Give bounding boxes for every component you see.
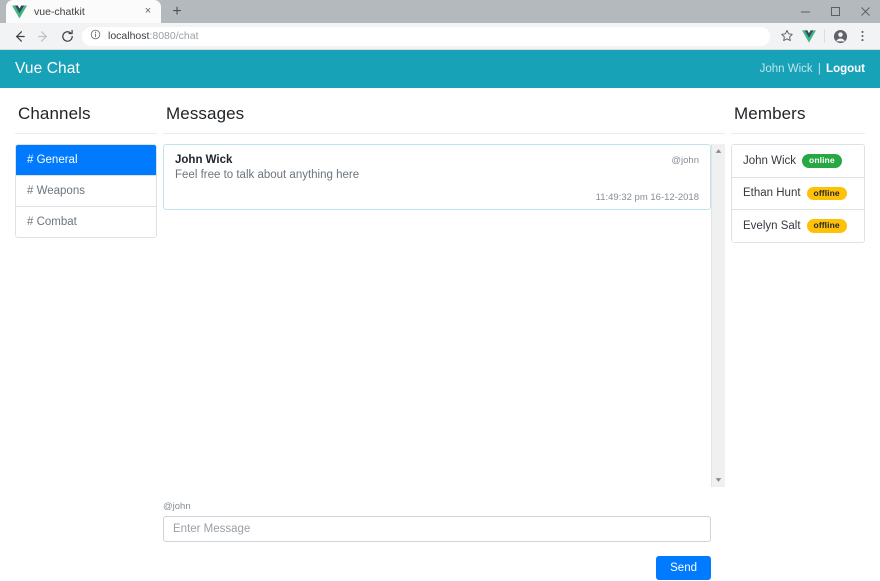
sidebar-item-general[interactable]: # General — [16, 145, 156, 176]
address-path: :8080/chat — [149, 30, 198, 42]
list-item[interactable]: Ethan Hunt offline — [732, 178, 864, 211]
messages-panel: Messages John Wick @john Feel free to ta… — [160, 88, 728, 580]
message-handle: @john — [671, 155, 699, 166]
status-badge: offline — [807, 219, 847, 233]
members-divider — [731, 133, 865, 134]
message-header: John Wick @john — [175, 154, 699, 166]
message-input[interactable] — [163, 516, 711, 542]
logout-link[interactable]: Logout — [826, 63, 865, 75]
members-panel: Members John Wick online Ethan Hunt offl… — [728, 88, 868, 580]
navbar-separator: | — [818, 63, 821, 75]
composer-actions: Send — [163, 556, 711, 580]
browser-window: vue-chatkit × + — [0, 0, 880, 581]
window-controls — [790, 0, 880, 23]
status-badge: online — [802, 154, 842, 168]
message-composer: @john Send — [163, 501, 725, 580]
address-bar[interactable]: localhost:8080/chat — [82, 27, 770, 46]
overflow-menu-icon[interactable] — [851, 25, 873, 47]
back-icon[interactable] — [7, 24, 31, 48]
close-window-icon[interactable] — [850, 0, 880, 23]
scroll-down-icon[interactable] — [712, 473, 726, 487]
app-brand[interactable]: Vue Chat — [15, 60, 80, 78]
browser-titlebar: vue-chatkit × + — [0, 0, 880, 23]
reload-icon[interactable] — [55, 24, 79, 48]
app-navbar: Vue Chat John Wick | Logout — [0, 50, 880, 88]
minimize-icon[interactable] — [790, 0, 820, 23]
navbar-right: John Wick | Logout — [760, 63, 865, 75]
member-name: John Wick — [743, 155, 796, 167]
vue-logo-icon — [12, 5, 27, 19]
send-button[interactable]: Send — [656, 556, 711, 580]
channels-panel: Channels # General # Weapons # Combat — [12, 88, 160, 580]
browser-tab[interactable]: vue-chatkit × — [6, 0, 161, 23]
toolbar-divider — [824, 29, 825, 43]
vue-devtools-icon[interactable] — [798, 25, 820, 47]
list-item[interactable]: John Wick online — [732, 145, 864, 178]
address-host: localhost — [108, 30, 149, 42]
messages-list: John Wick @john Feel free to talk about … — [163, 144, 711, 487]
channels-list: # General # Weapons # Combat — [15, 144, 157, 238]
status-badge: offline — [807, 187, 847, 201]
new-tab-button[interactable]: + — [164, 1, 190, 23]
info-circle-icon[interactable] — [90, 27, 101, 45]
channels-heading: Channels — [18, 104, 157, 124]
messages-scrollbar[interactable] — [711, 144, 725, 487]
tab-title: vue-chatkit — [34, 6, 141, 18]
page-viewport: Vue Chat John Wick | Logout Channels # G… — [0, 50, 880, 580]
members-list: John Wick online Ethan Hunt offline Evel… — [731, 144, 865, 243]
channels-divider — [15, 133, 157, 134]
maximize-icon[interactable] — [820, 0, 850, 23]
message-timestamp: 11:49:32 pm 16-12-2018 — [175, 192, 699, 203]
message-item: John Wick @john Feel free to talk about … — [163, 144, 711, 210]
member-name: Ethan Hunt — [743, 187, 801, 199]
profile-avatar-icon[interactable] — [829, 25, 851, 47]
sidebar-item-weapons[interactable]: # Weapons — [16, 176, 156, 207]
messages-scroll-area: John Wick @john Feel free to talk about … — [163, 144, 725, 487]
bookmark-star-icon[interactable] — [776, 25, 798, 47]
messages-heading: Messages — [166, 104, 725, 124]
member-name: Evelyn Salt — [743, 220, 801, 232]
scroll-up-icon[interactable] — [712, 144, 726, 158]
members-heading: Members — [734, 104, 865, 124]
list-item[interactable]: Evelyn Salt offline — [732, 210, 864, 242]
messages-divider — [163, 133, 725, 134]
forward-icon — [31, 24, 55, 48]
navbar-username: John Wick — [760, 63, 813, 75]
browser-toolbar: localhost:8080/chat — [0, 23, 880, 50]
message-text: Feel free to talk about anything here — [175, 169, 699, 181]
message-author: John Wick — [175, 154, 232, 166]
app-content: Channels # General # Weapons # Combat Me… — [0, 88, 880, 580]
sidebar-item-combat[interactable]: # Combat — [16, 207, 156, 237]
composer-handle-label: @john — [163, 501, 711, 512]
close-icon[interactable]: × — [141, 5, 155, 19]
address-bar-url: localhost:8080/chat — [108, 30, 199, 42]
